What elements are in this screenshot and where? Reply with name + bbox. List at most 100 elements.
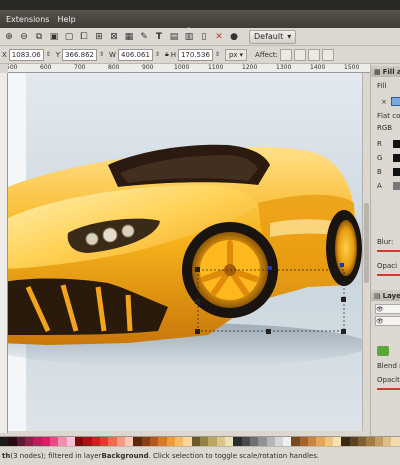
palette-swatch[interactable] xyxy=(358,437,367,446)
palette-swatch[interactable] xyxy=(241,437,250,446)
zoom-drawing-icon[interactable]: ▣ xyxy=(48,31,60,43)
zoom-out-icon[interactable]: ⊖ xyxy=(18,31,30,43)
affect-gradients-toggle[interactable] xyxy=(307,48,320,61)
palette-swatch[interactable] xyxy=(349,437,359,446)
unit-dropdown[interactable]: px ▾ xyxy=(224,48,248,61)
palette-swatch[interactable] xyxy=(149,437,159,446)
palette-swatch[interactable] xyxy=(258,437,267,446)
channel-r-slider[interactable] xyxy=(393,140,400,148)
affect-corners-toggle[interactable] xyxy=(293,48,306,61)
x-field[interactable]: 1083.06 xyxy=(8,48,44,61)
zoom-page-icon[interactable]: ▢ xyxy=(63,31,75,43)
palette-swatch[interactable] xyxy=(74,437,84,446)
palette-swatch[interactable] xyxy=(333,437,342,446)
palette-swatch[interactable] xyxy=(208,437,217,446)
menu-extensions[interactable]: Extensions xyxy=(2,15,53,24)
fill-tab[interactable]: Fill xyxy=(377,82,386,90)
palette-swatch[interactable] xyxy=(0,437,9,446)
blur-slider[interactable] xyxy=(377,250,400,252)
palette-swatch[interactable] xyxy=(66,437,75,446)
palette-swatch[interactable] xyxy=(291,437,300,446)
palette-swatch[interactable] xyxy=(316,437,325,446)
palette-swatch[interactable] xyxy=(308,437,317,446)
palette-swatch[interactable] xyxy=(216,437,225,446)
palette-swatch[interactable] xyxy=(274,437,284,446)
group-icon[interactable]: ▦ xyxy=(123,31,135,43)
clone-icon[interactable]: ⊞ xyxy=(93,31,105,43)
y-field[interactable]: 366.862 xyxy=(62,48,98,61)
palette-swatch[interactable] xyxy=(158,437,167,446)
palette-swatch[interactable] xyxy=(383,437,392,446)
xml-editor-icon[interactable]: ▥ xyxy=(183,31,195,43)
palette-swatch[interactable] xyxy=(141,437,150,446)
palette-swatch[interactable] xyxy=(341,437,350,446)
car-illustration[interactable] xyxy=(8,73,362,431)
palette-swatch[interactable] xyxy=(49,437,59,446)
zoom-selection-icon[interactable]: ⧉ xyxy=(33,31,45,43)
palette-swatch[interactable] xyxy=(224,437,234,446)
fill-stroke-panel-header[interactable]: ▦ Fill a xyxy=(371,66,400,77)
channel-a-slider[interactable] xyxy=(393,182,400,190)
eye-icon[interactable]: 👁︎ xyxy=(376,318,384,325)
palette-swatch[interactable] xyxy=(99,437,109,446)
drawing-canvas[interactable] xyxy=(8,73,362,431)
zoom-in-icon[interactable]: ⊕ xyxy=(3,31,15,43)
layers-icon[interactable]: ▤ xyxy=(168,31,180,43)
palette-swatch[interactable] xyxy=(24,437,34,446)
vertical-scrollbar[interactable] xyxy=(362,73,370,431)
duplicate-icon[interactable]: ⧠ xyxy=(78,31,90,43)
view-mode-dropdown[interactable]: Default ▾ xyxy=(249,29,297,44)
layer-opacity-slider[interactable] xyxy=(377,388,400,390)
palette-swatch[interactable] xyxy=(233,437,242,446)
preferences-icon[interactable]: ✕ xyxy=(213,31,225,43)
align-icon[interactable]: ▯ xyxy=(198,31,210,43)
h-spinner[interactable]: ⇕ xyxy=(215,51,220,58)
layer-row[interactable]: 👁︎ xyxy=(375,304,400,314)
layer-row[interactable]: 👁︎ xyxy=(375,316,400,326)
palette-swatch[interactable] xyxy=(124,437,134,446)
palette-swatch[interactable] xyxy=(391,437,400,446)
palette-swatch[interactable] xyxy=(58,437,67,446)
flat-color-button[interactable] xyxy=(391,97,400,106)
palette-swatch[interactable] xyxy=(33,437,42,446)
w-spinner[interactable]: ⇕ xyxy=(155,51,160,58)
no-paint-icon[interactable]: × xyxy=(381,98,387,106)
palette-swatch[interactable] xyxy=(174,437,184,446)
document-properties-icon[interactable]: ● xyxy=(228,31,240,43)
layers-panel-header[interactable]: ▤ Laye xyxy=(371,290,400,301)
w-field[interactable]: 406.061 xyxy=(117,48,153,61)
channel-b-slider[interactable] xyxy=(393,168,400,176)
palette-swatch[interactable] xyxy=(116,437,125,446)
fill-stroke-icon[interactable]: ✎ xyxy=(138,31,150,43)
palette-swatch[interactable] xyxy=(374,437,384,446)
scroll-thumb[interactable] xyxy=(364,203,369,283)
add-layer-button[interactable] xyxy=(377,346,389,356)
palette-swatch[interactable] xyxy=(283,437,292,446)
lock-ratio-icon[interactable]: 🔒︎ xyxy=(165,50,169,59)
h-field[interactable]: 170.536 xyxy=(177,48,213,61)
menu-help[interactable]: Help xyxy=(53,15,79,24)
y-spinner[interactable]: ⇕ xyxy=(99,51,104,58)
palette-swatch[interactable] xyxy=(249,437,259,446)
palette-swatch[interactable] xyxy=(191,437,200,446)
channel-g-slider[interactable] xyxy=(393,154,400,162)
eye-icon[interactable]: 👁︎ xyxy=(376,306,384,313)
palette-swatch[interactable] xyxy=(83,437,92,446)
unlink-clone-icon[interactable]: ⊠ xyxy=(108,31,120,43)
palette-swatch[interactable] xyxy=(266,437,275,446)
palette-swatch[interactable] xyxy=(41,437,50,446)
palette-swatch[interactable] xyxy=(324,437,334,446)
palette-swatch[interactable] xyxy=(8,437,17,446)
palette-swatch[interactable] xyxy=(366,437,375,446)
text-tool-icon[interactable]: T xyxy=(153,31,165,43)
opacity-slider[interactable] xyxy=(377,274,400,276)
palette-swatch[interactable] xyxy=(199,437,209,446)
palette-swatch[interactable] xyxy=(91,437,100,446)
palette-swatch[interactable] xyxy=(16,437,25,446)
palette-swatch[interactable] xyxy=(133,437,142,446)
affect-patterns-toggle[interactable] xyxy=(321,48,334,61)
palette-swatch[interactable] xyxy=(299,437,309,446)
palette-swatch[interactable] xyxy=(183,437,192,446)
x-spinner[interactable]: ⇕ xyxy=(46,51,51,58)
color-mode-rgb[interactable]: RGB xyxy=(377,124,392,132)
